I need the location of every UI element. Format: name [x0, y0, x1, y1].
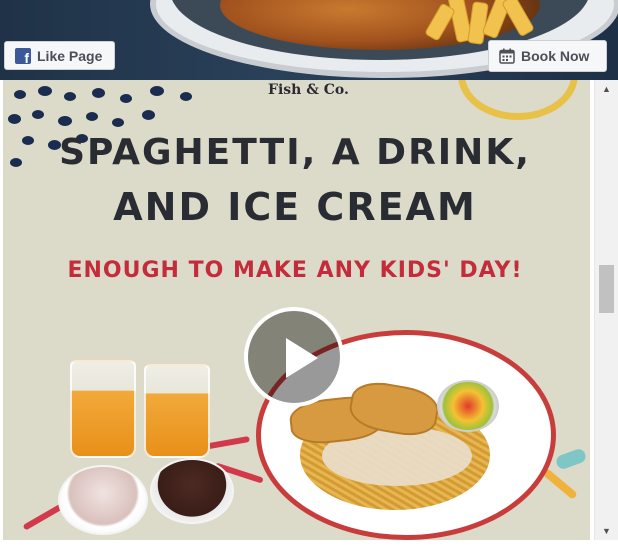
- decor-dot: [92, 88, 105, 98]
- juice-glass: [70, 360, 136, 458]
- decor-dot: [32, 110, 44, 119]
- decor-dot: [64, 92, 76, 101]
- decor-dot: [142, 110, 155, 120]
- cover-photo: Like Page Book Now: [0, 0, 618, 80]
- scroll-thumb[interactable]: [599, 265, 614, 313]
- decor-dot: [180, 92, 192, 101]
- ice-cream-cup: [58, 465, 148, 535]
- like-page-label: Like Page: [37, 47, 103, 64]
- like-page-button[interactable]: Like Page: [4, 41, 115, 70]
- decor-swoosh: [542, 468, 578, 500]
- facebook-icon: [15, 47, 31, 66]
- juice-glass: [144, 364, 210, 458]
- video-post-thumbnail[interactable]: Fish & Co. Spaghetti, a drink, and ice c…: [0, 80, 590, 540]
- play-button[interactable]: [244, 307, 344, 407]
- decor-dot: [86, 112, 98, 121]
- decor-dot: [38, 86, 52, 96]
- decor-dot: [14, 90, 26, 99]
- subheadline: Enough to make any kids' day!: [67, 258, 523, 283]
- salsa-cup: [437, 380, 499, 432]
- scroll-up-arrow[interactable]: ▲: [595, 80, 618, 98]
- book-now-label: Book Now: [521, 48, 590, 64]
- book-now-button[interactable]: Book Now: [488, 40, 607, 72]
- sun-decoration: [458, 80, 578, 120]
- headline-line-1: Spaghetti, a drink,: [59, 132, 531, 173]
- brand-logo: Fish & Co.: [268, 82, 349, 98]
- bottom-margin: [0, 540, 618, 557]
- decor-swoosh: [554, 447, 588, 471]
- calendar-icon: [499, 48, 515, 64]
- decor-dot: [112, 118, 124, 127]
- decor-dot: [8, 114, 21, 124]
- decor-dot: [150, 86, 164, 96]
- ice-cream-cup: [150, 458, 234, 524]
- headline-line-2: and ice cream: [113, 185, 477, 229]
- vertical-scrollbar[interactable]: ▲ ▼: [594, 80, 618, 540]
- decor-dot: [120, 94, 132, 103]
- scroll-down-arrow[interactable]: ▼: [595, 522, 618, 540]
- decor-dot: [58, 116, 72, 126]
